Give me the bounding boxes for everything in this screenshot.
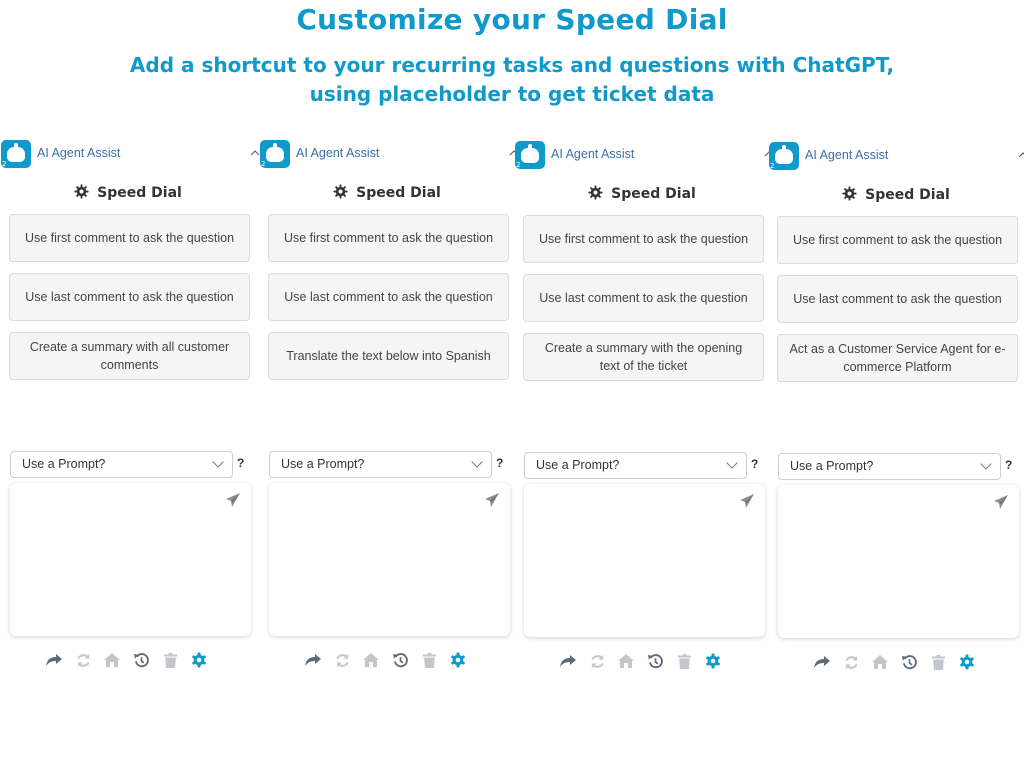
settings-icon[interactable]: [449, 651, 467, 669]
panel-toolbar: [559, 652, 722, 670]
settings-icon[interactable]: [190, 651, 208, 669]
app-name: AI Agent Assist: [37, 146, 121, 160]
home-icon[interactable]: [871, 653, 889, 671]
panel-toolbar: [304, 651, 467, 669]
chevron-down-icon: [726, 457, 738, 469]
speed-dial-title: Speed Dial: [768, 186, 1024, 205]
shortcut-button-3[interactable]: Create a summary with the opening text o…: [523, 333, 764, 381]
page-subtitle: Add a shortcut to your recurring tasks a…: [0, 51, 1024, 109]
refresh-icon[interactable]: [588, 652, 606, 670]
refresh-icon[interactable]: [842, 653, 860, 671]
prompt-textarea[interactable]: [10, 483, 251, 636]
shortcut-button-1[interactable]: Use first comment to ask the question: [268, 214, 509, 262]
panel-toolbar: [45, 651, 208, 669]
share-icon[interactable]: [813, 653, 831, 671]
prompt-select[interactable]: Use a Prompt?: [524, 452, 747, 479]
agent-assist-panel-4: 2 AI Agent Assist Speed Dial Use first c…: [768, 140, 1024, 680]
page-title: Customize your Speed Dial: [296, 3, 728, 36]
prompt-select-value: Use a Prompt?: [790, 459, 874, 473]
shortcut-button-2[interactable]: Use last comment to ask the question: [523, 274, 764, 322]
speed-dial-label: Speed Dial: [611, 186, 696, 202]
gear-icon: [333, 184, 348, 203]
share-icon[interactable]: [45, 651, 63, 669]
history-icon[interactable]: [391, 651, 409, 669]
gear-icon: [842, 186, 857, 205]
app-name: AI Agent Assist: [296, 146, 380, 160]
history-icon[interactable]: [646, 652, 664, 670]
home-icon[interactable]: [103, 651, 121, 669]
subtitle-line-1: Add a shortcut to your recurring tasks a…: [129, 53, 895, 77]
chevron-down-icon: [980, 458, 992, 470]
share-icon[interactable]: [304, 651, 322, 669]
send-icon[interactable]: [993, 494, 1009, 514]
speed-dial-label: Speed Dial: [97, 185, 182, 201]
help-icon[interactable]: ?: [1005, 458, 1012, 472]
prompt-select[interactable]: Use a Prompt?: [269, 451, 492, 478]
send-icon[interactable]: [739, 493, 755, 513]
app-logo-icon: 2: [260, 140, 290, 168]
settings-icon[interactable]: [958, 653, 976, 671]
subtitle-line-2: using placeholder to get ticket data: [309, 82, 715, 106]
agent-assist-panel-3: 2 AI Agent Assist Speed Dial Use first c…: [514, 139, 774, 679]
gear-icon: [588, 185, 603, 204]
prompt-textarea[interactable]: [269, 483, 510, 636]
settings-icon[interactable]: [704, 652, 722, 670]
shortcut-button-1[interactable]: Use first comment to ask the question: [523, 215, 764, 263]
shortcut-button-1[interactable]: Use first comment to ask the question: [777, 216, 1018, 264]
prompt-select-value: Use a Prompt?: [281, 457, 365, 471]
share-icon[interactable]: [559, 652, 577, 670]
trash-icon[interactable]: [161, 651, 179, 669]
prompt-select-value: Use a Prompt?: [536, 458, 620, 472]
app-logo-icon: 2: [1, 140, 31, 168]
send-icon[interactable]: [225, 492, 241, 512]
home-icon[interactable]: [362, 651, 380, 669]
app-name: AI Agent Assist: [805, 148, 889, 162]
agent-assist-panel-2: 2 AI Agent Assist Speed Dial Use first c…: [259, 138, 519, 678]
prompt-select-value: Use a Prompt?: [22, 457, 106, 471]
help-icon[interactable]: ?: [496, 456, 503, 470]
help-icon[interactable]: ?: [751, 457, 758, 471]
panel-header: 2 AI Agent Assist: [514, 139, 774, 171]
shortcut-button-3[interactable]: Create a summary with all customer comme…: [9, 332, 250, 380]
prompt-select[interactable]: Use a Prompt?: [778, 453, 1001, 480]
chevron-down-icon: [212, 456, 224, 468]
prompt-textarea[interactable]: [524, 484, 765, 637]
trash-icon[interactable]: [929, 653, 947, 671]
panel-toolbar: [813, 653, 976, 671]
shortcut-button-1[interactable]: Use first comment to ask the question: [9, 214, 250, 262]
app-logo-icon: 2: [515, 141, 545, 169]
panel-header: 2 AI Agent Assist: [259, 138, 519, 170]
history-icon[interactable]: [900, 653, 918, 671]
collapse-chevron-up-icon[interactable]: [1016, 147, 1024, 161]
prompt-select[interactable]: Use a Prompt?: [10, 451, 233, 478]
trash-icon[interactable]: [675, 652, 693, 670]
speed-dial-label: Speed Dial: [356, 185, 441, 201]
shortcut-button-3[interactable]: Translate the text below into Spanish: [268, 332, 509, 380]
shortcut-button-2[interactable]: Use last comment to ask the question: [9, 273, 250, 321]
agent-assist-panel-1: 2 AI Agent Assist Speed Dial Use first c…: [0, 138, 260, 678]
app-name: AI Agent Assist: [551, 147, 635, 161]
shortcut-button-3[interactable]: Act as a Customer Service Agent for e-co…: [777, 334, 1018, 382]
gear-icon: [74, 184, 89, 203]
trash-icon[interactable]: [420, 651, 438, 669]
speed-dial-title: Speed Dial: [514, 185, 770, 204]
shortcut-button-2[interactable]: Use last comment to ask the question: [777, 275, 1018, 323]
history-icon[interactable]: [132, 651, 150, 669]
shortcut-button-2[interactable]: Use last comment to ask the question: [268, 273, 509, 321]
app-logo-icon: 2: [769, 142, 799, 170]
speed-dial-title: Speed Dial: [0, 184, 256, 203]
panel-header: 2 AI Agent Assist: [768, 140, 1024, 172]
refresh-icon[interactable]: [74, 651, 92, 669]
home-icon[interactable]: [617, 652, 635, 670]
refresh-icon[interactable]: [333, 651, 351, 669]
help-icon[interactable]: ?: [237, 456, 244, 470]
speed-dial-label: Speed Dial: [865, 187, 950, 203]
send-icon[interactable]: [484, 492, 500, 512]
speed-dial-title: Speed Dial: [259, 184, 515, 203]
prompt-textarea[interactable]: [778, 485, 1019, 638]
panel-header: 2 AI Agent Assist: [0, 138, 260, 170]
chevron-down-icon: [471, 456, 483, 468]
